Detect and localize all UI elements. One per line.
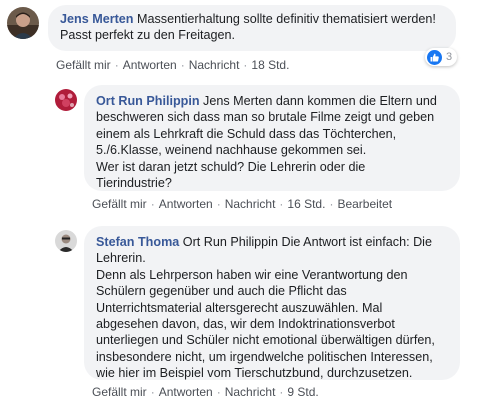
comment-text-line: Lehrerin. (96, 251, 146, 266)
avatar[interactable] (55, 230, 77, 252)
comment-text-line: Wer ist daran jetzt schuld? Die Lehrerin… (96, 159, 366, 174)
comment-text-line: Denn als Lehrperson haben wir eine Veran… (96, 267, 408, 282)
comment-bubble: Ort Run Philippin Jens Merten dann komme… (84, 85, 460, 191)
comment-text-line: abgesehen davon, das, wir dem Indoktrina… (96, 317, 395, 332)
reaction-badge[interactable]: 3 (425, 48, 458, 66)
comment-actions: Gefällt mir · Antworten · Nachricht · 16 Std. ·… (92, 197, 393, 211)
comment-text-line: 5./6.Klasse, weinend nachhause gekommen … (96, 143, 367, 158)
message-button[interactable]: Nachricht (225, 385, 276, 399)
profile-photo-stefan (55, 230, 77, 252)
timestamp[interactable]: 16 Std. (287, 197, 325, 211)
comment-text-line: Schülern gegenüber und auch die Pflicht … (96, 284, 347, 299)
like-icon (427, 49, 442, 65)
comment-author[interactable]: Stefan Thoma (96, 235, 179, 249)
comment-actions: Gefällt mir · Antworten · Nachricht · 9 Std. (92, 385, 319, 399)
like-button[interactable]: Gefällt mir (92, 197, 147, 211)
message-button[interactable]: Nachricht (189, 58, 240, 72)
reply-button[interactable]: Antworten (159, 197, 213, 211)
comment-text-line: beschweren sich dass man so brutale Film… (96, 110, 435, 125)
avatar[interactable] (7, 7, 39, 39)
like-button[interactable]: Gefällt mir (56, 58, 111, 72)
comment-text-line: Unterrichtsmaterial altersgerecht auszuw… (96, 300, 383, 315)
comment-text-line: insbesondere nicht, um irgendwelche poli… (96, 349, 433, 364)
timestamp[interactable]: 9 Std. (287, 385, 318, 399)
like-button[interactable]: Gefällt mir (92, 385, 147, 399)
comment-text-line: wie hier im Beispiel vom Tierschutzbund,… (96, 366, 413, 381)
comment-text-line: Tierindustrie? (96, 176, 172, 191)
comment-author[interactable]: Ort Run Philippin (96, 94, 200, 108)
comment-author[interactable]: Jens Merten (60, 12, 134, 26)
comment-text-line: Massentierhaltung sollte definitiv thema… (137, 12, 436, 26)
comment-text-line: einem als Lehrkraft die Schuld dass das … (96, 126, 397, 141)
timestamp[interactable]: 18 Std. (251, 58, 289, 72)
avatar[interactable] (55, 89, 77, 111)
comment-text-line: Ort Run Philippin Die Antwort ist einfac… (182, 235, 432, 249)
reaction-count: 3 (446, 51, 453, 63)
profile-photo-philippin (55, 89, 77, 111)
comment-text-line: unterliegen und Schüler nicht emotional … (96, 333, 435, 348)
comment-text-line: Passt perfekt zu den Freitagen. (60, 28, 236, 43)
edited-label[interactable]: Bearbeitet (337, 197, 392, 211)
reply-button[interactable]: Antworten (123, 58, 177, 72)
comment-actions: Gefällt mir · Antworten · Nachricht · 18 Std. (56, 58, 290, 72)
comment-bubble: Stefan Thoma Ort Run Philippin Die Antwo… (84, 226, 460, 380)
message-button[interactable]: Nachricht (225, 197, 276, 211)
comment-text-line: Jens Merten dann kommen die Eltern und (203, 94, 437, 108)
comment-bubble: Jens Merten Massentierhaltung sollte def… (48, 5, 456, 51)
reply-button[interactable]: Antworten (159, 385, 213, 399)
profile-photo-jens (7, 7, 39, 39)
